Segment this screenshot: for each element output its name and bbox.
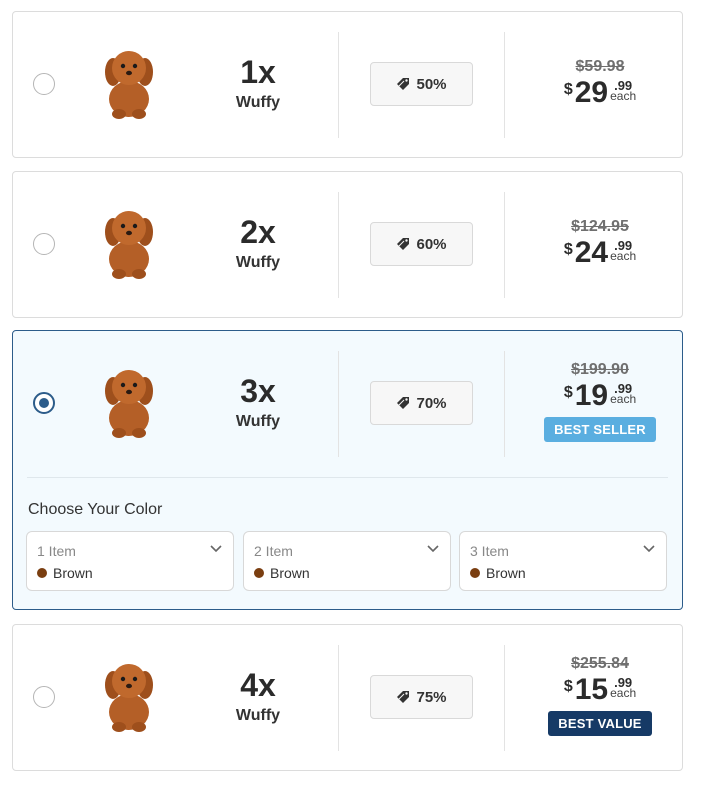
price-tag-icon [397, 238, 410, 250]
original-price: $59.98 [575, 58, 625, 75]
original-price: $199.90 [571, 361, 629, 378]
price-tag-icon [397, 691, 410, 703]
price-tag-icon [397, 397, 410, 409]
discount-chip: 75% [370, 675, 473, 719]
sale-price: $ 19 .99 each [564, 381, 636, 411]
select-value: Brown [254, 565, 310, 581]
quantity-block: 1x Wuffy [203, 54, 313, 112]
chevron-down-icon [210, 545, 222, 553]
discount-chip: 50% [370, 62, 473, 106]
sale-price: $ 29 .99 each [564, 78, 636, 108]
quantity-block: 4x Wuffy [203, 667, 313, 725]
select-label: 1 Item [37, 543, 76, 559]
best-value-badge: BEST VALUE [548, 711, 652, 736]
color-select-item-3[interactable]: 3 Item Brown [459, 531, 667, 591]
price-block: $59.98 $ 29 .99 each [505, 58, 695, 108]
quantity-block: 2x Wuffy [203, 214, 313, 272]
price-whole: 15 [574, 673, 609, 706]
color-select-item-2[interactable]: 2 Item Brown [243, 531, 451, 591]
quantity-label: 3x [240, 373, 276, 409]
product-name: Wuffy [235, 254, 281, 271]
offer-card-4x[interactable]: 4x Wuffy 75% $255.84 $ 15 .99 each BEST V… [12, 624, 683, 771]
color-select-item-1[interactable]: 1 Item Brown [26, 531, 234, 591]
original-price: $124.95 [571, 218, 629, 235]
offer-radio-4x[interactable] [33, 686, 55, 708]
color-swatch [254, 568, 264, 578]
section-divider [27, 477, 668, 478]
currency-symbol: $ [563, 81, 573, 98]
chevron-down-icon [643, 545, 655, 553]
color-section-title: Choose Your Color [28, 501, 163, 518]
color-name: Brown [486, 565, 526, 581]
puppy-product-image [105, 51, 153, 119]
sale-price: $ 15 .99 each [564, 675, 636, 705]
select-value: Brown [470, 565, 526, 581]
color-swatch [37, 568, 47, 578]
product-name: Wuffy [235, 707, 281, 724]
sale-price: $ 24 .99 each [564, 238, 636, 268]
price-whole: 29 [574, 76, 609, 109]
price-whole: 19 [574, 379, 609, 412]
price-unit: each [610, 89, 637, 103]
offer-radio-1x[interactable] [33, 73, 55, 95]
color-name: Brown [53, 565, 93, 581]
puppy-product-image [105, 370, 153, 438]
currency-symbol: $ [563, 241, 573, 258]
column-divider [338, 645, 339, 751]
offer-radio-3x[interactable] [33, 392, 55, 414]
price-whole: 24 [574, 236, 609, 269]
offer-card-1x[interactable]: 1x Wuffy 50% $59.98 $ 29 .99 each [12, 11, 683, 158]
currency-symbol: $ [563, 678, 573, 695]
chevron-down-icon [427, 545, 439, 553]
offer-radio-2x[interactable] [33, 233, 55, 255]
price-tag-icon [397, 78, 410, 90]
price-block: $199.90 $ 19 .99 each BEST SELLER [505, 361, 695, 442]
price-block: $124.95 $ 24 .99 each [505, 218, 695, 268]
color-swatch [470, 568, 480, 578]
column-divider [338, 32, 339, 138]
column-divider [338, 192, 339, 298]
column-divider [338, 351, 339, 457]
price-block: $255.84 $ 15 .99 each BEST VALUE [505, 655, 695, 736]
discount-percent: 60% [416, 235, 447, 253]
best-seller-badge: BEST SELLER [544, 417, 656, 442]
puppy-product-image [105, 664, 153, 732]
select-label: 3 Item [470, 543, 509, 559]
quantity-label: 1x [240, 54, 276, 90]
select-label: 2 Item [254, 543, 293, 559]
discount-percent: 50% [416, 75, 447, 93]
select-value: Brown [37, 565, 93, 581]
product-name: Wuffy [235, 94, 281, 111]
quantity-block: 3x Wuffy [203, 373, 313, 431]
price-unit: each [610, 686, 637, 700]
product-name: Wuffy [235, 413, 281, 430]
discount-percent: 75% [416, 688, 447, 706]
color-name: Brown [270, 565, 310, 581]
discount-chip: 70% [370, 381, 473, 425]
price-unit: each [610, 249, 637, 263]
quantity-label: 2x [240, 214, 276, 250]
currency-symbol: $ [563, 384, 573, 401]
price-unit: each [610, 392, 637, 406]
offer-card-2x[interactable]: 2x Wuffy 60% $124.95 $ 24 .99 each [12, 171, 683, 318]
original-price: $255.84 [571, 655, 629, 672]
discount-chip: 60% [370, 222, 473, 266]
discount-percent: 70% [416, 394, 447, 412]
offer-card-3x[interactable]: 3x Wuffy 70% $199.90 $ 19 .99 each BEST S… [12, 330, 683, 610]
puppy-product-image [105, 211, 153, 279]
quantity-label: 4x [240, 667, 276, 703]
